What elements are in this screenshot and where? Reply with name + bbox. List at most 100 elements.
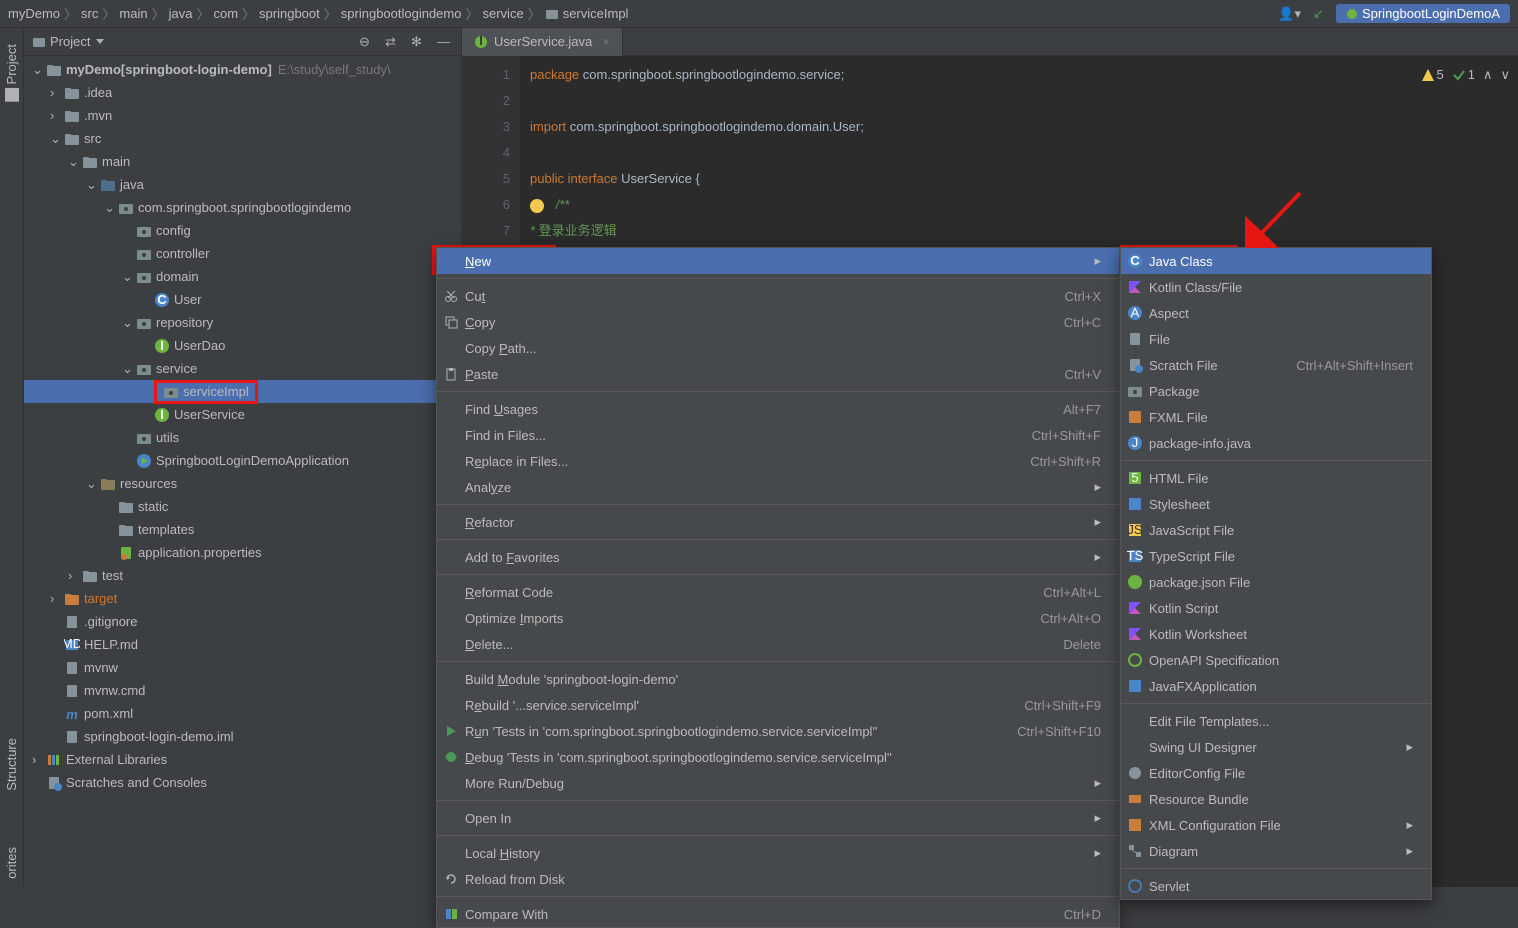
breadcrumb[interactable]: myDemo〉src〉main〉java〉com〉springboot〉spri… (8, 4, 628, 23)
menu-item-package[interactable]: Package (1121, 378, 1431, 404)
menu-item-find-usages[interactable]: Find UsagesAlt+F7 (437, 396, 1119, 422)
settings-icon[interactable]: ✻ (411, 34, 427, 50)
hide-icon[interactable]: — (437, 34, 453, 50)
menu-item-cut[interactable]: CutCtrl+X (437, 283, 1119, 309)
project-view-selector[interactable]: Project (32, 34, 351, 49)
breadcrumb-item[interactable]: com (213, 6, 238, 21)
menu-item-refactor[interactable]: Refactor▸ (437, 509, 1119, 535)
tree-node-config[interactable]: config (24, 219, 461, 242)
menu-item-package-json-file[interactable]: package.json File (1121, 569, 1431, 595)
menu-item-package-info-java[interactable]: Jpackage-info.java (1121, 430, 1431, 456)
new-submenu[interactable]: CJava ClassKotlin Class/FileAAspectFileS… (1120, 247, 1432, 900)
menu-item-fxml-file[interactable]: FXML File (1121, 404, 1431, 430)
tree-node-domain[interactable]: ⌄domain (24, 265, 461, 288)
menu-item-replace-in-files-[interactable]: Replace in Files...Ctrl+Shift+R (437, 448, 1119, 474)
tree-node-pom-xml[interactable]: mpom.xml (24, 702, 461, 725)
tree-node--mvn[interactable]: ›.mvn (24, 104, 461, 127)
breadcrumb-item[interactable]: myDemo (8, 6, 60, 21)
menu-item-debug-tests-in-com-springboot-springbootlogindemo-service-serviceimpl-[interactable]: Debug 'Tests in 'com.springboot.springbo… (437, 744, 1119, 770)
menu-item-paste[interactable]: PasteCtrl+V (437, 361, 1119, 387)
breadcrumb-item[interactable]: src (81, 6, 98, 21)
menu-item-servlet[interactable]: Servlet (1121, 873, 1431, 899)
menu-item-add-to-favorites[interactable]: Add to Favorites▸ (437, 544, 1119, 570)
menu-item-javascript-file[interactable]: JSJavaScript File (1121, 517, 1431, 543)
editor-tab[interactable]: I UserService.java × (462, 28, 623, 56)
context-menu[interactable]: New▸ CutCtrl+XCopyCtrl+CCopy Path...Paste… (436, 247, 1120, 928)
tree-node-controller[interactable]: controller (24, 242, 461, 265)
menu-item-aspect[interactable]: AAspect (1121, 300, 1431, 326)
menu-item-java-class[interactable]: CJava Class (1121, 248, 1431, 274)
menu-item-javafxapplication[interactable]: JavaFXApplication (1121, 673, 1431, 699)
menu-item-local-history[interactable]: Local History▸ (437, 840, 1119, 866)
tree-node-test[interactable]: ›test (24, 564, 461, 587)
tree-node-src[interactable]: ⌄src (24, 127, 461, 150)
tree-node-application-properties[interactable]: application.properties (24, 541, 461, 564)
tree-node--gitignore[interactable]: .gitignore (24, 610, 461, 633)
chevron-down-icon[interactable]: ∨ (1500, 62, 1510, 88)
breadcrumb-item[interactable]: serviceImpl (563, 6, 629, 21)
tree-node-mvnw-cmd[interactable]: mvnw.cmd (24, 679, 461, 702)
tree-node-mvnw[interactable]: mvnw (24, 656, 461, 679)
menu-item-xml-configuration-file[interactable]: XML Configuration File▸ (1121, 812, 1431, 838)
menu-item-new[interactable]: New▸ (437, 248, 1119, 274)
chevron-up-icon[interactable]: ∧ (1483, 62, 1493, 88)
expand-icon[interactable]: ⇄ (385, 34, 401, 50)
tree-node-templates[interactable]: templates (24, 518, 461, 541)
menu-item-find-in-files-[interactable]: Find in Files...Ctrl+Shift+F (437, 422, 1119, 448)
tree-node--idea[interactable]: ›.idea (24, 81, 461, 104)
menu-item-reformat-code[interactable]: Reformat CodeCtrl+Alt+L (437, 579, 1119, 605)
favorites-tool-button[interactable]: orites (4, 839, 19, 887)
tree-node-external-libraries[interactable]: ›External Libraries (24, 748, 461, 771)
tree-node-serviceimpl[interactable]: serviceImpl (24, 380, 461, 403)
menu-item-copy[interactable]: CopyCtrl+C (437, 309, 1119, 335)
breadcrumb-item[interactable]: springbootlogindemo (341, 6, 462, 21)
tree-node-static[interactable]: static (24, 495, 461, 518)
tree-node-userdao[interactable]: IUserDao (24, 334, 461, 357)
menu-item-compare-with[interactable]: Compare WithCtrl+D (437, 901, 1119, 927)
tree-node-resources[interactable]: ⌄resources (24, 472, 461, 495)
tree-node-springboot-login-demo-iml[interactable]: springboot-login-demo.iml (24, 725, 461, 748)
tree-node-userservice[interactable]: IUserService (24, 403, 461, 426)
menu-item-stylesheet[interactable]: Stylesheet (1121, 491, 1431, 517)
menu-item-kotlin-class-file[interactable]: Kotlin Class/File (1121, 274, 1431, 300)
menu-item-swing-ui-designer[interactable]: Swing UI Designer▸ (1121, 734, 1431, 760)
tree-node-scratches-and-consoles[interactable]: Scratches and Consoles (24, 771, 461, 794)
menu-item-delete-[interactable]: Delete...Delete (437, 631, 1119, 657)
menu-item-html-file[interactable]: 5HTML File (1121, 465, 1431, 491)
breadcrumb-item[interactable]: springboot (259, 6, 320, 21)
menu-item-kotlin-worksheet[interactable]: Kotlin Worksheet (1121, 621, 1431, 647)
structure-tool-button[interactable]: Structure (4, 730, 19, 799)
menu-item-diagram[interactable]: Diagram▸ (1121, 838, 1431, 864)
tree-node-main[interactable]: ⌄main (24, 150, 461, 173)
tree-node-springbootlogindemoapplication[interactable]: SpringbootLoginDemoApplication (24, 449, 461, 472)
menu-item-open-in[interactable]: Open In▸ (437, 805, 1119, 831)
menu-item-copy-path-[interactable]: Copy Path... (437, 335, 1119, 361)
menu-item-scratch-file[interactable]: Scratch FileCtrl+Alt+Shift+Insert (1121, 352, 1431, 378)
project-tool-button[interactable]: Project (4, 36, 19, 110)
tree-node-java[interactable]: ⌄java (24, 173, 461, 196)
tree-node-mydemo[interactable]: ⌄myDemo [springboot-login-demo]E:\study\… (24, 58, 461, 81)
tree-node-help-md[interactable]: MDHELP.md (24, 633, 461, 656)
menu-item-typescript-file[interactable]: TSTypeScript File (1121, 543, 1431, 569)
menu-item-more-run-debug[interactable]: More Run/Debug▸ (437, 770, 1119, 796)
back-icon[interactable]: ↙ (1313, 6, 1324, 22)
menu-item-rebuild-service-serviceimpl-[interactable]: Rebuild '...service.serviceImpl'Ctrl+Shi… (437, 692, 1119, 718)
tree-node-target[interactable]: ›target (24, 587, 461, 610)
menu-item-kotlin-script[interactable]: Kotlin Script (1121, 595, 1431, 621)
menu-item-optimize-imports[interactable]: Optimize ImportsCtrl+Alt+O (437, 605, 1119, 631)
close-tab-icon[interactable]: × (602, 34, 610, 49)
menu-item-analyze[interactable]: Analyze▸ (437, 474, 1119, 500)
breadcrumb-item[interactable]: main (119, 6, 147, 21)
project-tree[interactable]: ⌄myDemo [springboot-login-demo]E:\study\… (24, 56, 461, 887)
inspections-summary[interactable]: 5 1 ∧ ∨ (1421, 62, 1511, 88)
tree-node-service[interactable]: ⌄service (24, 357, 461, 380)
menu-item-openapi-specification[interactable]: OpenAPI Specification (1121, 647, 1431, 673)
breadcrumb-item[interactable]: java (169, 6, 193, 21)
tree-node-com-springboot-springbootlogindemo[interactable]: ⌄com.springboot.springbootlogindemo (24, 196, 461, 219)
tree-node-user[interactable]: CUser (24, 288, 461, 311)
menu-item-edit-file-templates-[interactable]: Edit File Templates... (1121, 708, 1431, 734)
menu-item-reload-from-disk[interactable]: Reload from Disk (437, 866, 1119, 892)
menu-item-file[interactable]: File (1121, 326, 1431, 352)
menu-item-editorconfig-file[interactable]: EditorConfig File (1121, 760, 1431, 786)
breadcrumb-item[interactable]: service (483, 6, 524, 21)
